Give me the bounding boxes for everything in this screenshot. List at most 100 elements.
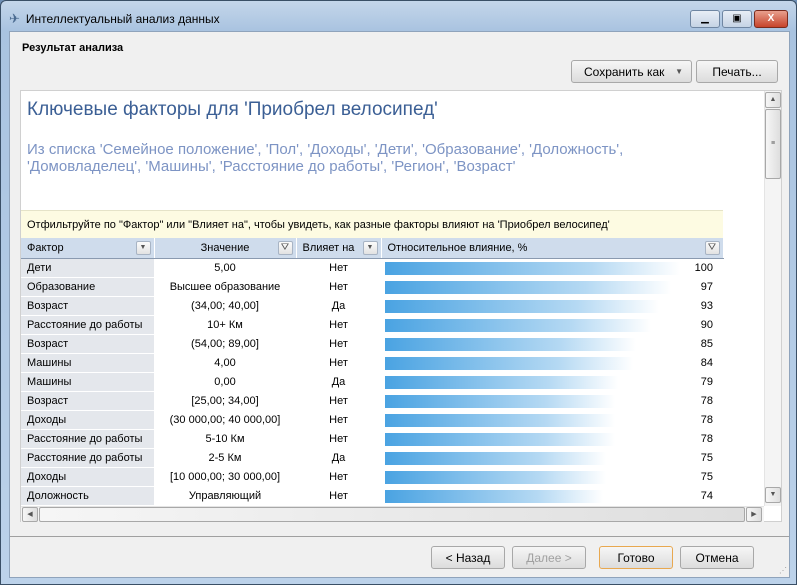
print-button[interactable]: Печать... bbox=[696, 60, 778, 83]
next-button[interactable]: Далее > bbox=[512, 546, 586, 569]
table-row[interactable]: Возраст (54,00; 89,00] Нет 85 bbox=[21, 334, 723, 354]
filter-icon[interactable]: ⛛ bbox=[277, 241, 293, 255]
table-row[interactable]: Доходы [10 000,00; 30 000,00] Нет 75 bbox=[21, 467, 723, 487]
finish-button[interactable]: Готово bbox=[599, 546, 673, 569]
score-value: 100 bbox=[694, 261, 713, 274]
table-row[interactable]: Расстояние до работы 2-5 Км Да 75 bbox=[21, 448, 723, 468]
maximize-button[interactable]: ▣ bbox=[722, 10, 752, 28]
value-cell: 0,00 bbox=[154, 372, 296, 392]
column-label: Относительное влияние, % bbox=[387, 241, 528, 254]
table-row[interactable]: Доложность Управляющий Нет 74 bbox=[21, 486, 723, 506]
report-panel: Ключевые факторы для 'Приобрел велосипед… bbox=[20, 90, 782, 522]
page-header: Результат анализа bbox=[22, 42, 124, 54]
title-bar: ✈ Интеллектуальный анализ данных bbox=[9, 9, 220, 29]
score-value: 75 bbox=[700, 470, 713, 483]
impacts-cell: Нет bbox=[296, 353, 381, 373]
value-cell: 5,00 bbox=[154, 258, 296, 278]
factor-cell: Образование bbox=[21, 277, 154, 297]
score-value: 74 bbox=[700, 489, 713, 502]
value-cell: (30 000,00; 40 000,00] bbox=[154, 410, 296, 430]
score-value: 78 bbox=[700, 432, 713, 445]
score-cell: 84 bbox=[381, 353, 723, 373]
impacts-cell: Нет bbox=[296, 258, 381, 278]
horizontal-scrollbar[interactable]: ◀ ▶ bbox=[21, 506, 764, 522]
report-subtitle: Из списка 'Семейное положение', 'Пол', '… bbox=[27, 141, 624, 175]
factor-cell: Машины bbox=[21, 353, 154, 373]
value-cell: (54,00; 89,00] bbox=[154, 334, 296, 354]
score-value: 84 bbox=[700, 356, 713, 369]
column-header-factor: Фактор ▼ bbox=[21, 238, 155, 259]
dialog-window: ✈ Интеллектуальный анализ данных ▁ ▣ X Р… bbox=[0, 0, 797, 585]
scroll-thumb[interactable]: ≡ bbox=[765, 109, 781, 179]
impacts-cell: Да bbox=[296, 296, 381, 316]
factor-cell: Доходы bbox=[21, 410, 154, 430]
value-cell: 5-10 Км bbox=[154, 429, 296, 449]
column-label: Фактор bbox=[27, 241, 64, 254]
filter-icon[interactable]: ⛛ bbox=[704, 241, 720, 255]
table-row[interactable]: Образование Высшее образование Нет 97 bbox=[21, 277, 723, 297]
divider bbox=[10, 536, 789, 537]
table-row[interactable]: Расстояние до работы 10+ Км Нет 90 bbox=[21, 315, 723, 335]
client-area: Результат анализа Сохранить как ▼ Печать… bbox=[9, 31, 790, 578]
impacts-cell: Нет bbox=[296, 315, 381, 335]
score-cell: 85 bbox=[381, 334, 723, 354]
scroll-up-icon[interactable]: ▲ bbox=[765, 92, 781, 108]
score-bar bbox=[385, 489, 604, 503]
cancel-button[interactable]: Отмена bbox=[680, 546, 754, 569]
score-cell: 78 bbox=[381, 410, 723, 430]
table-row[interactable]: Дети 5,00 Нет 100 bbox=[21, 258, 723, 278]
factor-cell: Доходы bbox=[21, 467, 154, 487]
column-label: Влияет на bbox=[302, 241, 355, 254]
score-value: 97 bbox=[700, 280, 713, 293]
score-bar bbox=[385, 299, 660, 313]
score-bar bbox=[385, 451, 607, 465]
score-value: 79 bbox=[700, 375, 713, 388]
dropdown-icon[interactable]: ▼ bbox=[135, 241, 151, 255]
scroll-down-icon[interactable]: ▼ bbox=[765, 487, 781, 503]
value-cell: Управляющий bbox=[154, 486, 296, 506]
score-cell: 78 bbox=[381, 429, 723, 449]
score-cell: 74 bbox=[381, 486, 723, 506]
resize-grip-icon[interactable]: ⋰ bbox=[779, 566, 787, 575]
impacts-cell: Нет bbox=[296, 467, 381, 487]
back-button[interactable]: < Назад bbox=[431, 546, 505, 569]
report-title: Ключевые факторы для 'Приобрел велосипед… bbox=[27, 99, 438, 120]
impacts-cell: Нет bbox=[296, 486, 381, 506]
table-row[interactable]: Возраст (34,00; 40,00] Да 93 bbox=[21, 296, 723, 316]
column-header-impacts: Влияет на ▼ bbox=[296, 238, 382, 259]
score-bar bbox=[385, 280, 672, 294]
scroll-thumb-horizontal[interactable] bbox=[39, 507, 745, 522]
table-row[interactable]: Возраст [25,00; 34,00] Нет 78 bbox=[21, 391, 723, 411]
factors-table: Фактор ▼ Значение ⛛ Влияет на ▼ Относительн… bbox=[21, 238, 724, 506]
value-cell: (34,00; 40,00] bbox=[154, 296, 296, 316]
table-row[interactable]: Машины 0,00 Да 79 bbox=[21, 372, 723, 392]
table-row[interactable]: Расстояние до работы 5-10 Км Нет 78 bbox=[21, 429, 723, 449]
score-cell: 90 bbox=[381, 315, 723, 335]
column-label: Значение bbox=[200, 241, 250, 254]
score-value: 78 bbox=[700, 394, 713, 407]
impacts-cell: Нет bbox=[296, 334, 381, 354]
filter-hint: Отфильтруйте по "Фактор" или "Влияет на"… bbox=[21, 210, 723, 238]
score-bar bbox=[385, 318, 651, 332]
dropdown-icon[interactable]: ▼ bbox=[362, 241, 378, 255]
score-bar bbox=[385, 337, 636, 351]
factor-cell: Расстояние до работы bbox=[21, 429, 154, 449]
score-bar bbox=[385, 375, 619, 389]
score-cell: 97 bbox=[381, 277, 723, 297]
score-value: 78 bbox=[700, 413, 713, 426]
value-cell: 4,00 bbox=[154, 353, 296, 373]
table-row[interactable]: Машины 4,00 Нет 84 bbox=[21, 353, 723, 373]
vertical-scrollbar[interactable]: ▲ ≡ ▼ bbox=[764, 91, 781, 506]
score-cell: 100 bbox=[381, 258, 723, 278]
close-button[interactable]: X bbox=[754, 10, 788, 28]
scroll-right-icon[interactable]: ▶ bbox=[746, 507, 762, 522]
factor-cell: Расстояние до работы bbox=[21, 448, 154, 468]
scroll-left-icon[interactable]: ◀ bbox=[22, 507, 38, 522]
factor-cell: Возраст bbox=[21, 391, 154, 411]
minimize-button[interactable]: ▁ bbox=[690, 10, 720, 28]
table-row[interactable]: Доходы (30 000,00; 40 000,00] Нет 78 bbox=[21, 410, 723, 430]
save-as-button[interactable]: Сохранить как ▼ bbox=[571, 60, 692, 83]
value-cell: 10+ Км bbox=[154, 315, 296, 335]
value-cell: [25,00; 34,00] bbox=[154, 391, 296, 411]
save-as-label: Сохранить как bbox=[584, 64, 665, 79]
